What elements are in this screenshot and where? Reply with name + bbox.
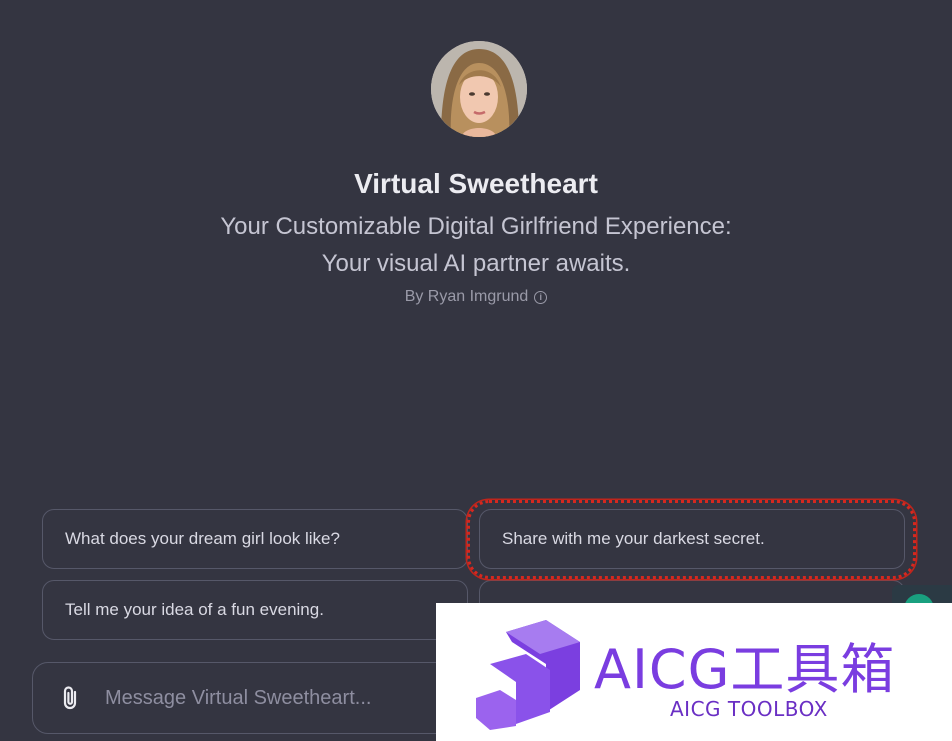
gpt-author: By Ryan Imgrund [404,288,529,305]
gpt-description-line-1: Your Customizable Digital Girlfriend Exp… [220,213,732,240]
starter-dream-girl[interactable]: What does your dream girl look like? [42,509,468,569]
watermark-title: AICG工具箱 [594,638,896,701]
starter-label: Tell me your idea of a fun evening. [65,600,324,619]
gpt-description: Your Customizable Digital Girlfriend Exp… [0,208,952,282]
starter-label: What does your dream girl look like? [65,529,340,548]
gpt-name: Virtual Sweetheart [354,168,598,199]
paperclip-icon[interactable] [51,678,91,718]
gpt-description-line-2: Your visual AI partner awaits. [321,250,631,277]
gpt-avatar [431,41,527,137]
highlight-annotation [467,500,916,579]
watermark-subtitle: AICG TOOLBOX [670,697,828,721]
watermark-logo-icon [476,620,584,735]
starter-fun-evening[interactable]: Tell me your idea of a fun evening. [42,580,468,640]
gpt-author-row: By Ryan Imgrund i [0,288,952,306]
info-icon[interactable]: i [534,290,548,304]
